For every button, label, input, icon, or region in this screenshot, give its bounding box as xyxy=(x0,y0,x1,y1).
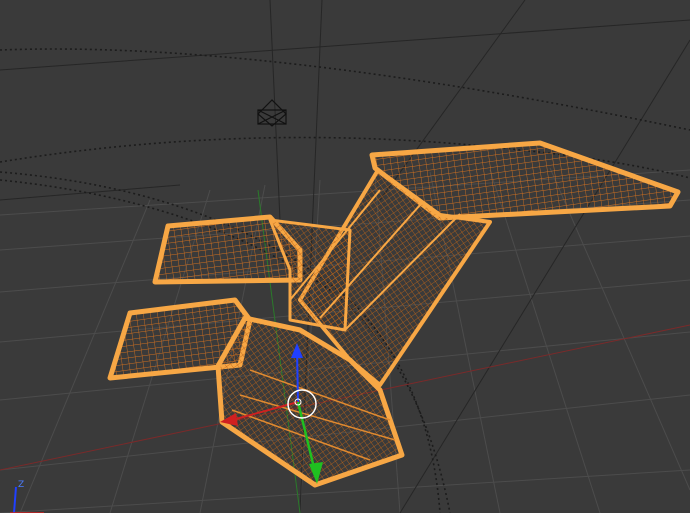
axis-indicator-label: Z xyxy=(18,480,25,490)
viewport-scene[interactable] xyxy=(0,0,690,513)
3d-viewport[interactable]: Z xyxy=(0,0,690,513)
